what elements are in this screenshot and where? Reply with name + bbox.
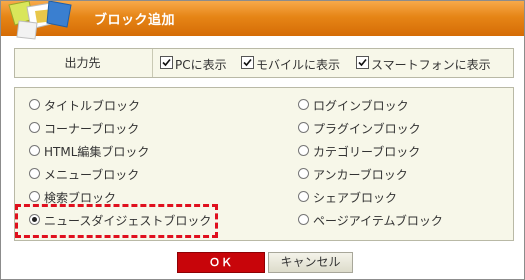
block-option-label: ログインブロック	[313, 99, 409, 113]
block-option-label: ページアイテムブロック	[313, 214, 443, 228]
radio-button[interactable]	[298, 191, 309, 202]
radio-button[interactable]	[298, 214, 309, 225]
checkmark-icon	[162, 58, 171, 67]
pc-display-checkbox[interactable]	[160, 56, 173, 69]
radio-button[interactable]	[29, 168, 40, 179]
ok-button[interactable]: ＯＫ	[177, 252, 265, 273]
block-add-dialog: ブロック追加 出力先 PCに表示 モバイルに表示 スマートフォンに表示 タイトル…	[0, 0, 525, 280]
divider	[152, 49, 153, 77]
block-option-label: アンカーブロック	[313, 168, 408, 182]
mobile-display-label: モバイルに表示	[256, 58, 341, 72]
checkmark-icon	[243, 58, 252, 67]
pc-display-label: PCに表示	[175, 58, 227, 72]
smartphone-display-label: スマートフォンに表示	[371, 58, 491, 72]
output-destination-label: 出力先	[64, 56, 101, 70]
checkmark-icon	[358, 58, 367, 67]
radio-button[interactable]	[29, 99, 40, 110]
block-option-label: コーナーブロック	[44, 122, 140, 136]
dialog-title: ブロック追加	[94, 13, 176, 28]
mobile-display-checkbox[interactable]	[241, 56, 254, 69]
radio-button[interactable]	[298, 145, 309, 156]
block-option-label: シェアブロック	[313, 191, 398, 205]
app-logo-icon	[8, 1, 72, 40]
selection-highlight-box	[15, 204, 218, 238]
block-option-label: HTML編集ブロック	[44, 145, 150, 159]
radio-button[interactable]	[298, 122, 309, 133]
dialog-buttons: ＯＫ キャンセル	[1, 252, 524, 273]
radio-button[interactable]	[29, 122, 40, 133]
radio-button[interactable]	[298, 168, 309, 179]
block-option-label: メニューブロック	[44, 168, 140, 182]
radio-button[interactable]	[29, 191, 40, 202]
block-option-label: カテゴリーブロック	[313, 145, 421, 159]
block-option-label: タイトルブロック	[44, 99, 141, 113]
smartphone-display-checkbox[interactable]	[356, 56, 369, 69]
output-destination-panel: 出力先 PCに表示 モバイルに表示 スマートフォンに表示	[14, 48, 514, 78]
block-option-label: プラグインブロック	[313, 122, 421, 136]
cancel-button[interactable]: キャンセル	[268, 252, 353, 273]
title-bar: ブロック追加	[1, 1, 524, 40]
radio-button[interactable]	[29, 145, 40, 156]
radio-button[interactable]	[298, 99, 309, 110]
